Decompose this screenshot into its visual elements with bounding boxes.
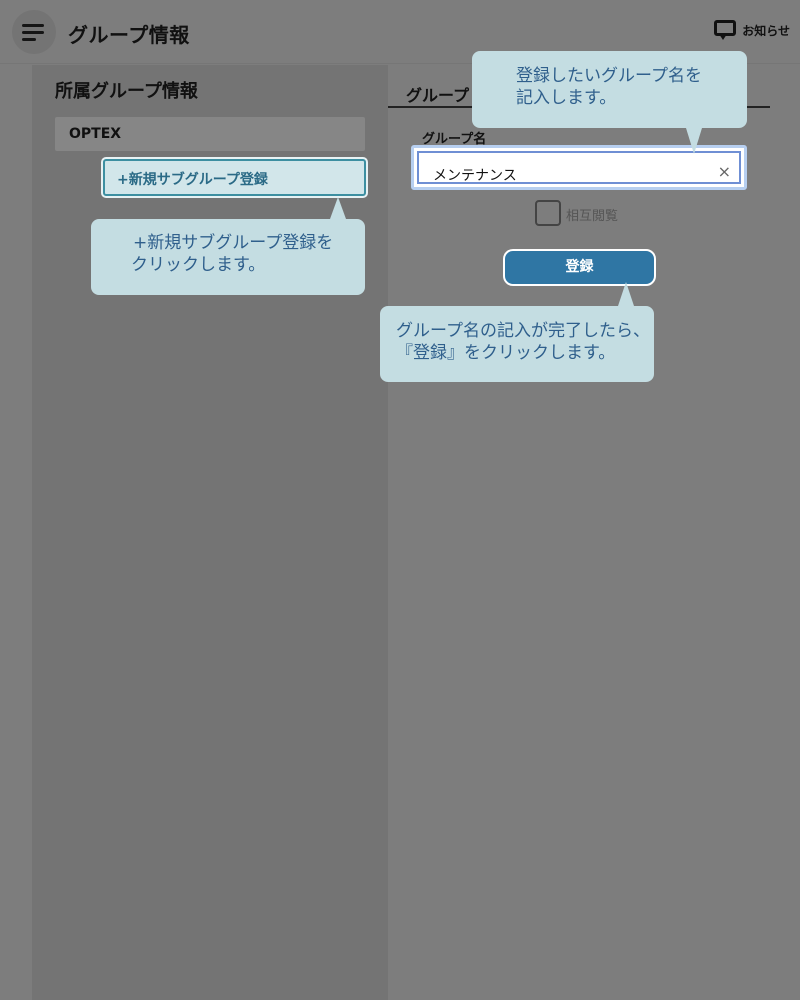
callout-line: 登録したいグループ名を <box>516 66 702 86</box>
callout-register-hint: グループ名の記入が完了したら、 『登録』をクリックします。 <box>380 282 654 382</box>
callout-line: 記入します。 <box>516 88 617 108</box>
callout-new-subgroup-hint: +新規サブグループ登録を クリックします。 <box>91 197 365 295</box>
group-row-optex[interactable]: OPTEX <box>55 117 365 151</box>
new-subgroup-button[interactable]: +新規サブグループ登録 <box>103 159 366 196</box>
callout-input-hint: 登録したいグループ名を 記入します。 <box>472 51 747 154</box>
notice-button[interactable]: お知らせ <box>714 20 790 40</box>
hamburger-menu-icon[interactable] <box>12 10 56 54</box>
group-name-input[interactable]: メンテナンス × <box>417 151 741 184</box>
mutual-view-checkbox[interactable] <box>535 200 561 226</box>
chat-bubble-icon <box>714 20 737 40</box>
callout-line: グループ名の記入が完了したら、 <box>396 321 650 341</box>
group-name-value: メンテナンス <box>433 168 517 184</box>
section-title: 所属グループ情報 <box>55 81 198 102</box>
page-title: グループ情報 <box>68 23 190 47</box>
callout-line: クリックします。 <box>131 255 266 275</box>
tab-group[interactable]: グループ <box>406 82 469 106</box>
clear-icon[interactable]: × <box>718 162 731 181</box>
callout-line: 『登録』をクリックします。 <box>396 343 616 363</box>
register-button[interactable]: 登録 <box>503 249 656 286</box>
mutual-view-label: 相互閲覧 <box>566 209 619 224</box>
callout-line: +新規サブグループ登録を <box>133 233 334 253</box>
notice-label: お知らせ <box>742 23 790 38</box>
